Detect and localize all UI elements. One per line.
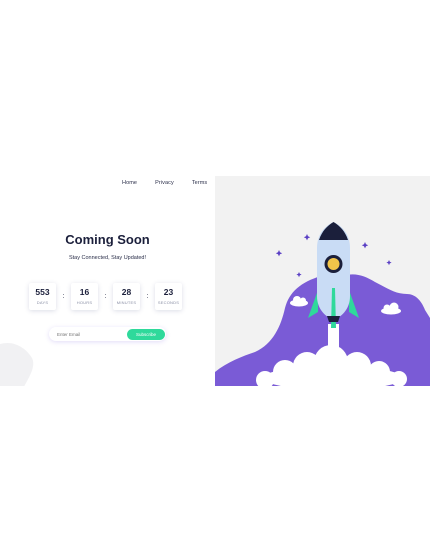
countdown-separator: : bbox=[104, 293, 107, 300]
countdown-hours: 16 HOURS bbox=[71, 283, 98, 310]
rocket-scene bbox=[215, 222, 430, 386]
countdown-separator: : bbox=[146, 293, 149, 300]
email-field[interactable] bbox=[57, 329, 127, 339]
star-icon bbox=[361, 242, 369, 249]
star-icon bbox=[303, 234, 311, 241]
countdown-separator: : bbox=[62, 293, 65, 300]
countdown-minutes-value: 28 bbox=[121, 286, 132, 297]
countdown-seconds: 23 SECONDS bbox=[155, 283, 182, 310]
coming-soon-page: Home Privacy Terms Coming Soon Stay Conn… bbox=[0, 176, 430, 386]
page-subtitle: Stay Connected, Stay Updated! bbox=[68, 255, 147, 261]
star-icon bbox=[386, 260, 392, 266]
countdown-timer: 553 DAYS : 16 HOURS : 28 MINUTES : 23 SE… bbox=[29, 283, 182, 310]
countdown-hours-value: 16 bbox=[79, 286, 90, 297]
nav-link-privacy[interactable]: Privacy bbox=[155, 180, 174, 186]
countdown-seconds-label: SECONDS bbox=[157, 300, 180, 306]
page-title: Coming Soon bbox=[65, 232, 150, 247]
subscribe-button[interactable]: Subscribe bbox=[127, 328, 165, 340]
countdown-days: 553 DAYS bbox=[29, 283, 56, 310]
star-icon bbox=[296, 272, 302, 278]
nav-link-terms[interactable]: Terms bbox=[192, 180, 207, 186]
rocket-illustration bbox=[215, 176, 430, 386]
countdown-days-value: 553 bbox=[35, 286, 50, 297]
countdown-hours-label: HOURS bbox=[76, 300, 93, 306]
countdown-minutes-label: MINUTES bbox=[116, 300, 137, 306]
countdown-minutes: 28 MINUTES bbox=[113, 283, 140, 310]
top-nav: Home Privacy Terms bbox=[122, 180, 225, 186]
star-icon bbox=[275, 250, 283, 257]
countdown-seconds-value: 23 bbox=[163, 286, 174, 297]
countdown-days-label: DAYS bbox=[36, 300, 49, 306]
subscribe-form: Subscribe bbox=[49, 327, 166, 341]
nav-link-home[interactable]: Home bbox=[122, 180, 137, 186]
